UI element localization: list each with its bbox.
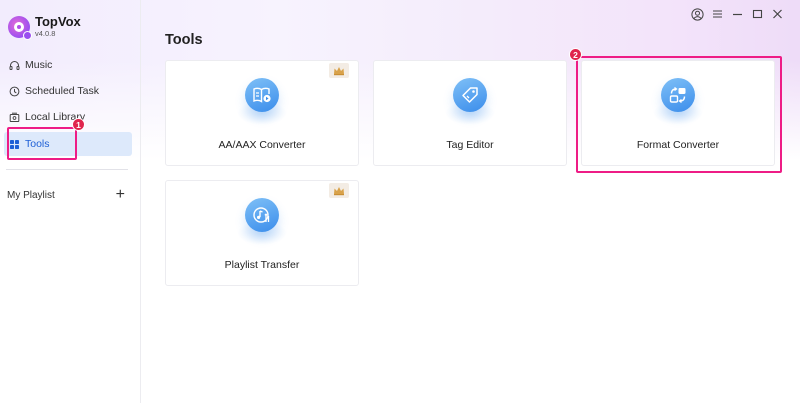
card-label: Tag Editor <box>446 139 494 151</box>
my-playlist-label: My Playlist <box>7 189 55 201</box>
add-playlist-button[interactable]: + <box>116 187 125 203</box>
headphones-icon <box>8 59 20 71</box>
sidebar-item-label: Music <box>25 59 53 71</box>
annotation-highlight-tools <box>7 127 77 160</box>
sidebar-item-scheduled-task[interactable]: Scheduled Task <box>4 79 132 103</box>
brand: TopVox v4.0.8 <box>8 14 81 40</box>
account-icon[interactable] <box>688 7 706 21</box>
music-transfer-icon <box>245 198 279 232</box>
page-title: Tools <box>165 32 203 48</box>
topvox-logo-icon <box>8 16 32 40</box>
annotation-badge-1: 1 <box>72 118 85 131</box>
app-version: v4.0.8 <box>35 29 56 38</box>
crown-icon <box>329 63 349 78</box>
sidebar-divider <box>6 169 128 170</box>
close-icon[interactable] <box>768 7 786 21</box>
card-playlist-transfer[interactable]: Playlist Transfer <box>165 180 359 286</box>
my-playlist-row: My Playlist + <box>7 187 125 203</box>
card-label: AA/AAX Converter <box>218 139 306 151</box>
minimize-icon[interactable] <box>728 7 746 21</box>
app-name: TopVox <box>35 14 81 29</box>
window-controls <box>686 7 786 21</box>
maximize-icon[interactable] <box>748 7 766 21</box>
menu-icon[interactable] <box>708 7 726 21</box>
card-aa-aax-converter[interactable]: AA/AAX Converter <box>165 60 359 166</box>
crown-icon <box>329 183 349 198</box>
card-label: Playlist Transfer <box>224 259 300 271</box>
annotation-badge-2: 2 <box>569 48 582 61</box>
clock-icon <box>8 85 20 97</box>
annotation-highlight-format-converter <box>576 56 782 173</box>
tag-icon <box>453 78 487 112</box>
card-tag-editor[interactable]: Tag Editor <box>373 60 567 166</box>
sidebar-item-label: Scheduled Task <box>25 85 99 97</box>
audiobook-icon <box>245 78 279 112</box>
sidebar: TopVox v4.0.8 Music Scheduled Task Local… <box>0 0 141 403</box>
sidebar-item-local-library[interactable]: Local Library <box>4 105 132 129</box>
library-icon <box>8 111 20 123</box>
sidebar-item-music[interactable]: Music <box>4 53 132 77</box>
